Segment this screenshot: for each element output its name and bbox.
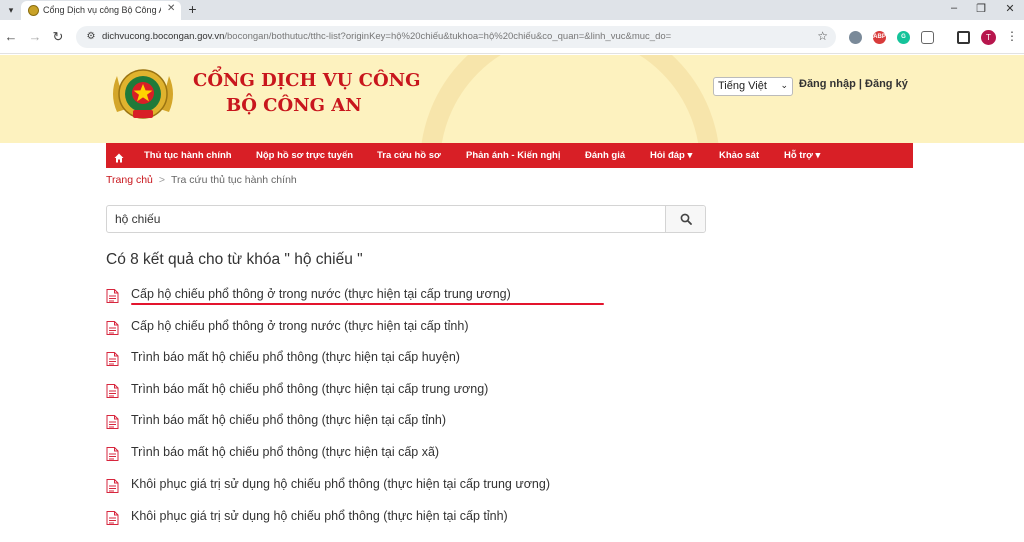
- header-drum-pattern: [420, 55, 720, 143]
- profile-avatar[interactable]: T: [981, 30, 996, 45]
- document-icon: [106, 415, 119, 429]
- url-host: dichvucong.bocongan.gov.vn: [102, 31, 225, 42]
- site-favicon-icon: [28, 5, 39, 16]
- reload-icon[interactable]: ↻: [50, 29, 66, 45]
- forward-icon[interactable]: →: [27, 29, 43, 45]
- search-button[interactable]: [665, 206, 705, 232]
- results-heading: Có 8 kết quả cho từ khóa " hộ chiếu ": [106, 251, 363, 268]
- site-header: CỔNG DỊCH VỤ CÔNG BỘ CÔNG AN Tiếng Việt …: [0, 55, 1024, 143]
- nav-item-administrative-procedures[interactable]: Thủ tục hành chính: [144, 143, 232, 168]
- extensions-puzzle-icon[interactable]: [921, 31, 934, 44]
- police-emblem-logo[interactable]: [107, 64, 179, 131]
- home-icon[interactable]: [114, 150, 124, 168]
- nav-item-rating[interactable]: Đánh giá: [585, 143, 625, 168]
- search-icon: [680, 213, 692, 225]
- nav-item-feedback[interactable]: Phản ánh - Kiến nghị: [466, 143, 560, 168]
- window-close-icon[interactable]: ✕: [1002, 2, 1018, 15]
- browser-tab[interactable]: Cổng Dịch vụ công Bộ Công An ✕: [21, 1, 181, 20]
- breadcrumb-current: Tra cứu thủ tục hành chính: [171, 174, 297, 186]
- back-icon[interactable]: ←: [3, 29, 19, 45]
- tab-close-icon[interactable]: ✕: [167, 3, 175, 14]
- url-path: /bocongan/bothutuc/tthc-list?originKey=h…: [224, 31, 672, 42]
- minimize-icon[interactable]: –: [946, 2, 962, 14]
- language-select[interactable]: Tiếng Việt ⌄: [713, 77, 793, 96]
- nav-item-survey[interactable]: Khảo sát: [719, 143, 759, 168]
- url-text: dichvucong.bocongan.gov.vn/bocongan/both…: [102, 31, 671, 42]
- document-icon: [106, 447, 119, 461]
- nav-item-track-dossier[interactable]: Tra cứu hồ sơ: [377, 143, 441, 168]
- language-value: Tiếng Việt: [718, 80, 767, 92]
- document-icon: [106, 352, 119, 366]
- breadcrumb-home-link[interactable]: Trang chủ: [106, 174, 153, 186]
- nav-item-submit-online[interactable]: Nộp hồ sơ trực tuyến: [256, 143, 353, 168]
- result-link[interactable]: Trình báo mất hộ chiếu phổ thông (thực h…: [131, 350, 460, 364]
- document-icon: [106, 511, 119, 525]
- result-link[interactable]: Khôi phục giá trị sử dụng hộ chiếu phổ t…: [131, 509, 508, 523]
- side-panel-icon[interactable]: [957, 31, 970, 44]
- breadcrumb-separator: >: [158, 174, 166, 186]
- login-register-links[interactable]: Đăng nhập | Đăng ký: [799, 78, 908, 90]
- search-input[interactable]: [107, 206, 667, 232]
- document-icon: [106, 479, 119, 493]
- tab-title: Cổng Dịch vụ công Bộ Công An: [43, 5, 161, 15]
- document-icon: [106, 384, 119, 398]
- document-icon: [106, 321, 119, 335]
- nav-item-faq[interactable]: Hỏi đáp ▾: [650, 143, 692, 168]
- grammarly-extension-icon[interactable]: G: [897, 31, 910, 44]
- result-link[interactable]: Cấp hộ chiếu phổ thông ở trong nước (thự…: [131, 287, 511, 301]
- chevron-down-icon: ⌄: [780, 80, 788, 90]
- adblock-extension-icon[interactable]: ABP: [873, 31, 886, 44]
- bookmark-star-icon[interactable]: ☆: [817, 29, 828, 43]
- result-link[interactable]: Cấp hộ chiếu phổ thông ở trong nước (thự…: [131, 319, 469, 333]
- result-link[interactable]: Trình báo mất hộ chiếu phổ thông (thực h…: [131, 382, 488, 396]
- main-navbar: Thủ tục hành chính Nộp hồ sơ trực tuyến …: [106, 143, 913, 168]
- tab-search-icon[interactable]: ▾: [3, 3, 19, 17]
- address-bar[interactable]: ⚙ dichvucong.bocongan.gov.vn/bocongan/bo…: [76, 26, 836, 48]
- annotation-underline: [131, 303, 604, 305]
- new-tab-icon[interactable]: +: [185, 2, 200, 17]
- document-icon: [106, 289, 119, 303]
- breadcrumb: Trang chủ > Tra cứu thủ tục hành chính: [106, 174, 297, 186]
- result-link[interactable]: Khôi phục giá trị sử dụng hộ chiếu phổ t…: [131, 477, 550, 491]
- shield-extension-icon[interactable]: [849, 31, 862, 44]
- brand-title-line1: CỔNG DỊCH VỤ CÔNG: [193, 70, 421, 91]
- browser-menu-icon[interactable]: ⋮: [1006, 29, 1018, 43]
- result-link[interactable]: Trình báo mất hộ chiếu phổ thông (thực h…: [131, 413, 446, 427]
- browser-toolbar: ← → ↻ ⚙ dichvucong.bocongan.gov.vn/bocon…: [0, 20, 1024, 54]
- restore-icon[interactable]: ❐: [973, 2, 989, 15]
- browser-tabstrip: ▾ Cổng Dịch vụ công Bộ Công An ✕ + – ❐ ✕: [0, 0, 1024, 20]
- nav-item-support[interactable]: Hỗ trợ ▾: [784, 143, 820, 168]
- site-info-icon[interactable]: ⚙: [84, 30, 98, 44]
- result-link[interactable]: Trình báo mất hộ chiếu phổ thông (thực h…: [131, 445, 439, 459]
- brand-title-line2: BỘ CÔNG AN: [226, 95, 362, 116]
- search-box: [106, 205, 706, 233]
